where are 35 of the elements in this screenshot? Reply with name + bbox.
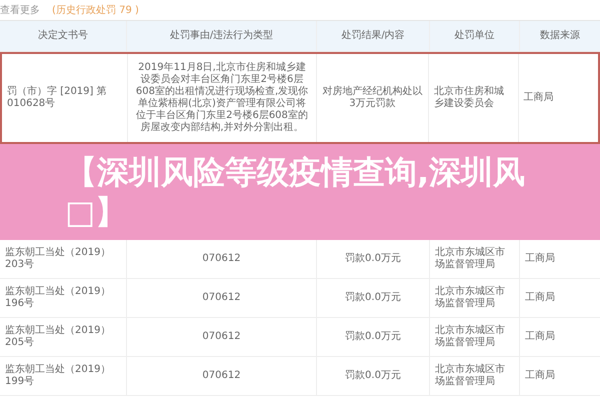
reason-cell: 070612 [202, 370, 241, 382]
authority-cell-text: 北京市东城区市场监督管理局 [435, 364, 506, 388]
table-row[interactable]: 监东朝工当处（2019）205号 070612 罚款0.0万元 北京市东城区市场监督管理局 工商局 [0, 318, 600, 357]
source-cell: 工商局 [525, 253, 555, 265]
banner-title: 【深圳风险等级疫情查询,深圳风□】 [65, 152, 526, 232]
column-header: 处罚结果/内容 [341, 30, 405, 42]
doc-number-cell-text: 监东朝工当处（2019）203号 [5, 247, 112, 271]
doc-number-cell-text: 罚（市）字 [2019] 第010628号 [7, 86, 108, 110]
source-cell: 工商局 [525, 331, 555, 343]
authority-cell-text: 北京市东城区市场监督管理局 [435, 247, 506, 271]
result-cell: 罚款0.0万元 [345, 292, 401, 304]
authority-cell-text: 北京市住房和城乡建设委员会 [434, 86, 506, 110]
authority-cell-text: 北京市东城区市场监督管理局 [435, 286, 506, 310]
reason-cell: 070612 [202, 292, 241, 304]
column-header: 处罚单位 [454, 30, 494, 42]
column-header: 决定文书号 [38, 30, 88, 42]
result-cell: 罚款0.0万元 [345, 253, 401, 265]
result-cell: 对房地产经纪机构处以3万元罚款 [322, 86, 424, 110]
authority-cell-text: 北京市东城区市场监督管理局 [435, 325, 506, 349]
doc-number-cell-text: 监东朝工当处（2019）199号 [5, 364, 112, 388]
doc-number-cell-text: 监东朝工当处（2019）205号 [5, 325, 112, 349]
source-cell: 工商局 [524, 92, 554, 104]
source-cell: 工商局 [525, 292, 555, 304]
table-row[interactable]: 监东朝工当处（2019）196号 070612 罚款0.0万元 北京市东城区市场监督管理局 工商局 [0, 279, 600, 318]
reason-cell-text: 2019年11月8日,北京市住房和城乡建设委员会对丰台区角门东里2号楼6层608室的出租情况进行现场检查,发现你单位紫梧桐(北京)资产管理有限公司将位于丰台区角门东里2号楼6层608室的房屋改变内部结构,并对外分割出租。 [134, 62, 310, 134]
reason-cell: 070612 [202, 331, 241, 343]
source-cell: 工商局 [525, 370, 555, 382]
result-cell: 罚款0.0万元 [345, 370, 401, 382]
column-header: 数据来源 [540, 30, 580, 42]
table-row[interactable]: 监东朝工当处（2019）203号 070612 罚款0.0万元 北京市东城区市场监督管理局 工商局 [0, 240, 600, 279]
column-header: 处罚事由/违法行为类型 [170, 30, 274, 42]
doc-number-cell-text: 监东朝工当处（2019）196号 [5, 286, 112, 310]
reason-cell: 070612 [202, 253, 241, 265]
table-row[interactable]: 监东朝工当处（2019）199号 070612 罚款0.0万元 北京市东城区市场监督管理局 工商局 [0, 357, 600, 396]
result-cell: 罚款0.0万元 [345, 331, 401, 343]
